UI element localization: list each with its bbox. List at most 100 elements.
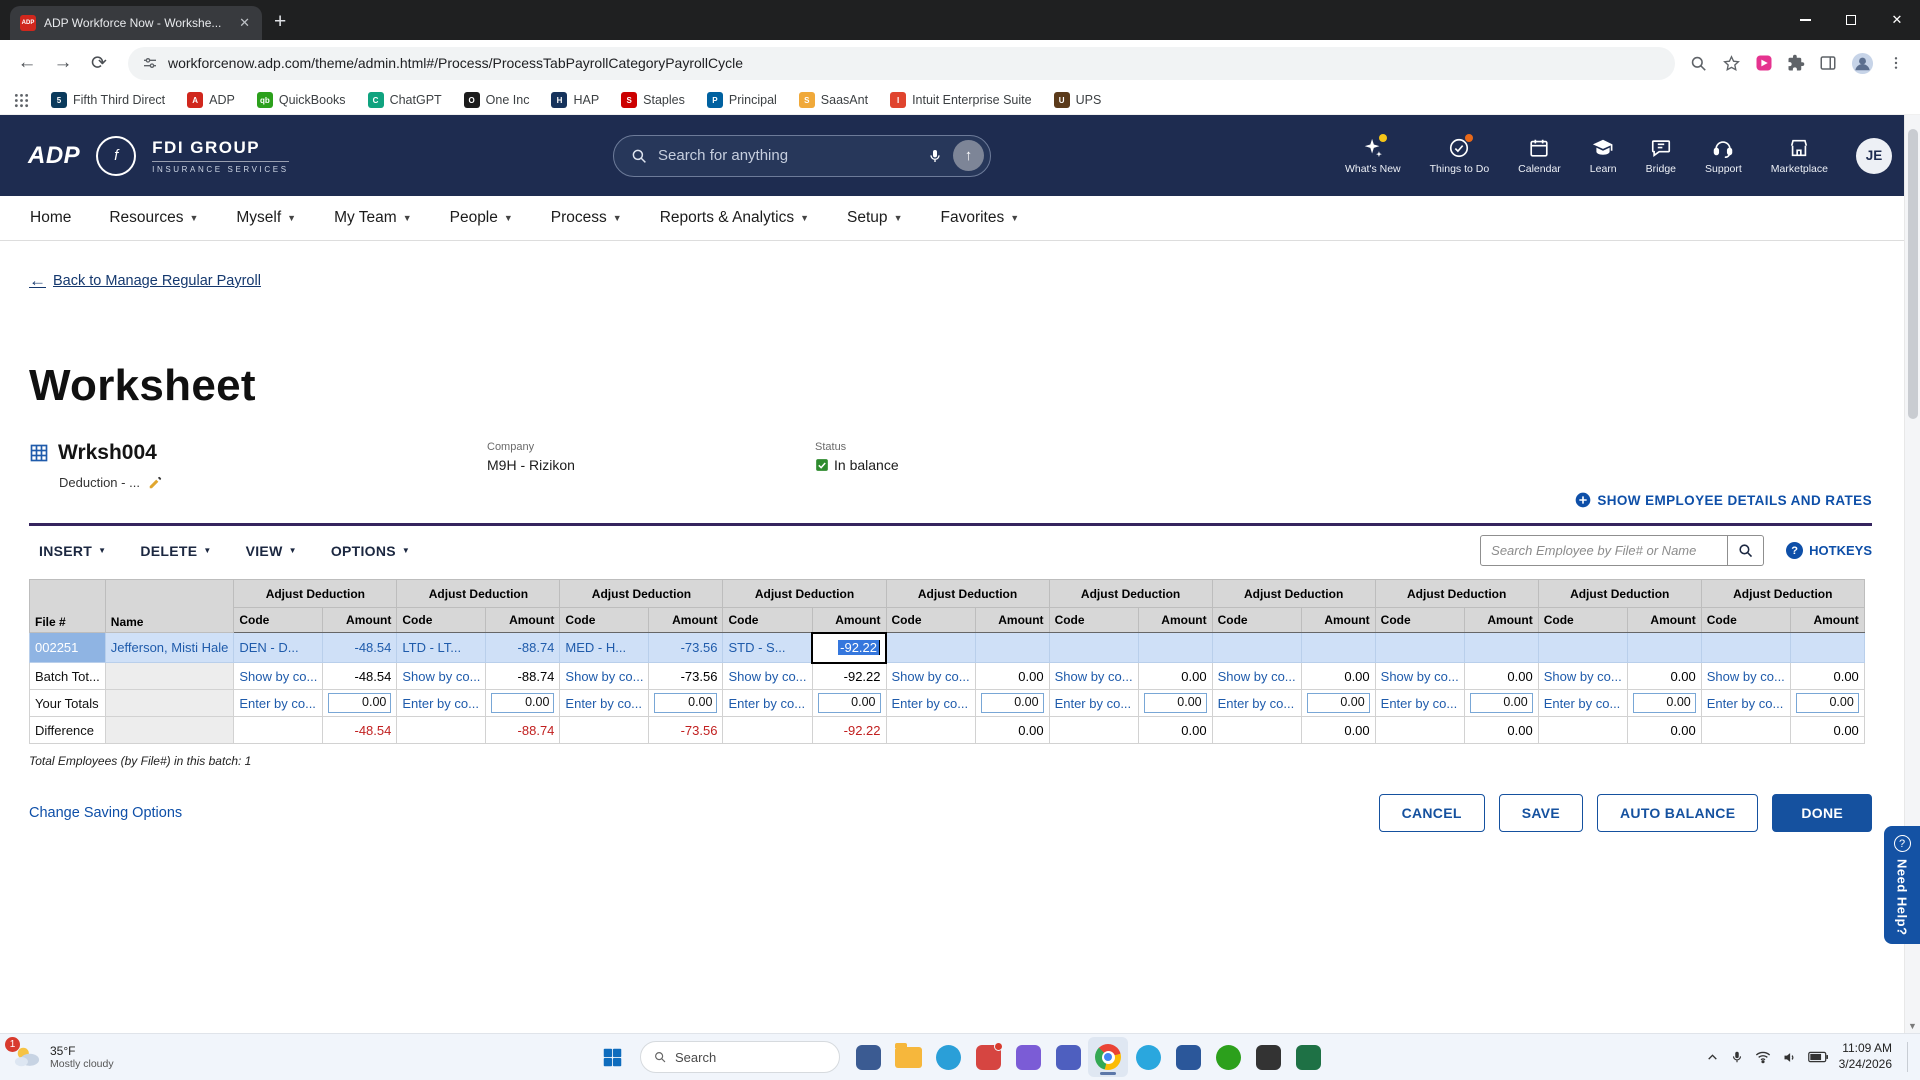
extensions-icon[interactable]: [1787, 54, 1805, 72]
quick-link-learn[interactable]: Learn: [1590, 137, 1617, 175]
nav-item-reports-analytics[interactable]: Reports & Analytics▼: [660, 209, 809, 227]
bookmark-staples[interactable]: SStaples: [621, 92, 685, 108]
refresh-icon[interactable]: ⟳: [84, 52, 114, 75]
tab-close-icon[interactable]: ✕: [237, 15, 252, 31]
your-total-input[interactable]: 0.00: [654, 693, 717, 713]
chrome-browser-icon[interactable]: [1088, 1037, 1128, 1077]
address-bar[interactable]: workforcenow.adp.com/theme/admin.html#/P…: [128, 47, 1675, 80]
enter-by-code-link[interactable]: Enter by co...: [560, 690, 649, 717]
nav-item-process[interactable]: Process▼: [551, 209, 622, 227]
wifi-icon[interactable]: [1755, 1049, 1771, 1065]
deduction-code-cell[interactable]: DEN - D...: [234, 633, 323, 663]
hidden-icons-chevron[interactable]: [1706, 1051, 1719, 1064]
bookmark-star-icon[interactable]: [1722, 54, 1741, 73]
show-by-code-link[interactable]: Show by co...: [1212, 663, 1301, 690]
your-total-input[interactable]: 0.00: [1470, 693, 1533, 713]
search-submit-icon[interactable]: ↑: [953, 140, 984, 171]
bookmark-principal[interactable]: PPrincipal: [707, 92, 777, 108]
user-avatar[interactable]: JE: [1856, 138, 1892, 174]
menu-icon[interactable]: [1888, 55, 1904, 71]
show-employee-details-link[interactable]: SHOW EMPLOYEE DETAILS AND RATES: [1575, 492, 1872, 508]
enter-by-code-link[interactable]: Enter by co...: [397, 690, 486, 717]
show-by-code-link[interactable]: Show by co...: [886, 663, 975, 690]
start-button[interactable]: [592, 1037, 632, 1077]
employee-file-number[interactable]: 002251: [30, 633, 106, 663]
file-explorer-icon[interactable]: [888, 1037, 928, 1077]
forward-icon[interactable]: →: [48, 52, 78, 74]
scroll-down-icon[interactable]: ▼: [1905, 1021, 1920, 1031]
enter-by-code-link[interactable]: Enter by co...: [1049, 690, 1138, 717]
show-desktop-button[interactable]: [1907, 1042, 1910, 1072]
nav-item-favorites[interactable]: Favorites▼: [940, 209, 1019, 227]
your-total-input[interactable]: 0.00: [328, 693, 391, 713]
deduction-code-cell[interactable]: [886, 633, 975, 663]
deduction-code-cell[interactable]: [1212, 633, 1301, 663]
zoom-icon[interactable]: [1689, 54, 1708, 73]
scrollbar-thumb[interactable]: [1908, 129, 1918, 419]
show-by-code-link[interactable]: Show by co...: [560, 663, 649, 690]
pink-extension-icon[interactable]: [1755, 54, 1773, 72]
save-button[interactable]: SAVE: [1499, 794, 1583, 832]
cancel-button[interactable]: CANCEL: [1379, 794, 1485, 832]
show-by-code-link[interactable]: Show by co...: [1375, 663, 1464, 690]
need-help-tab[interactable]: ? Need Help?: [1884, 826, 1920, 944]
close-button[interactable]: ✕: [1874, 0, 1920, 40]
change-saving-options-link[interactable]: Change Saving Options: [29, 805, 182, 821]
your-total-input[interactable]: 0.00: [1633, 693, 1696, 713]
bookmark-hap[interactable]: HHAP: [551, 92, 599, 108]
deduction-amount-cell[interactable]: [1464, 633, 1538, 663]
weather-widget[interactable]: 1 35°F Mostly cloudy: [12, 1044, 114, 1070]
enter-by-code-link[interactable]: Enter by co...: [234, 690, 323, 717]
employee-name[interactable]: Jefferson, Misti Hale: [105, 633, 234, 663]
deduction-amount-cell[interactable]: -73.56: [649, 633, 723, 663]
teams-app-icon[interactable]: [1048, 1037, 1088, 1077]
enter-by-code-link[interactable]: Enter by co...: [1701, 690, 1790, 717]
bookmark-fifth-third-direct[interactable]: 5Fifth Third Direct: [51, 92, 165, 108]
employee-row[interactable]: 002251Jefferson, Misti HaleDEN - D...-48…: [30, 633, 1865, 663]
employee-search-button[interactable]: [1728, 535, 1764, 566]
enter-by-code-link[interactable]: Enter by co...: [1538, 690, 1627, 717]
profile-icon[interactable]: [1851, 52, 1874, 75]
bookmark-intuit-enterprise-suite[interactable]: IIntuit Enterprise Suite: [890, 92, 1032, 108]
bookmark-saasant[interactable]: SSaasAnt: [799, 92, 868, 108]
edge-browser-icon[interactable]: [928, 1037, 968, 1077]
deduction-code-cell[interactable]: STD - S...: [723, 633, 812, 663]
microphone-icon[interactable]: [1730, 1050, 1744, 1064]
deduction-amount-cell[interactable]: -88.74: [486, 633, 560, 663]
nav-item-myself[interactable]: Myself▼: [236, 209, 296, 227]
browser-tab[interactable]: ADP ADP Workforce Now - Workshe... ✕: [10, 6, 262, 40]
quickbooks-app-icon[interactable]: [1208, 1037, 1248, 1077]
nav-item-resources[interactable]: Resources▼: [109, 209, 198, 227]
maximize-button[interactable]: [1828, 0, 1874, 40]
quick-link-support[interactable]: Support: [1705, 137, 1742, 175]
show-by-code-link[interactable]: Show by co...: [1049, 663, 1138, 690]
new-tab-button[interactable]: +: [274, 11, 286, 32]
deduction-amount-cell[interactable]: [975, 633, 1049, 663]
notes-app-icon[interactable]: [1248, 1037, 1288, 1077]
back-to-payroll-link[interactable]: ← Back to Manage Regular Payroll: [29, 271, 261, 291]
side-panel-icon[interactable]: [1819, 54, 1837, 72]
auto-balance-button[interactable]: AUTO BALANCE: [1597, 794, 1758, 832]
bookmark-ups[interactable]: UUPS: [1054, 92, 1102, 108]
employee-search-input[interactable]: [1480, 535, 1728, 566]
edit-pencil-icon[interactable]: [148, 476, 162, 490]
deduction-code-cell[interactable]: [1049, 633, 1138, 663]
your-total-input[interactable]: 0.00: [981, 693, 1044, 713]
apps-grid-icon[interactable]: [14, 93, 29, 108]
bookmark-one-inc[interactable]: OOne Inc: [464, 92, 530, 108]
enter-by-code-link[interactable]: Enter by co...: [886, 690, 975, 717]
show-by-code-link[interactable]: Show by co...: [1538, 663, 1627, 690]
microphone-icon[interactable]: [927, 148, 943, 164]
quick-link-marketplace[interactable]: Marketplace: [1771, 137, 1828, 175]
bookmark-adp[interactable]: AADP: [187, 92, 235, 108]
deduction-amount-cell[interactable]: [1301, 633, 1375, 663]
quick-link-things-to-do[interactable]: Things to Do: [1430, 137, 1490, 175]
excel-app-icon[interactable]: [1288, 1037, 1328, 1077]
show-by-code-link[interactable]: Show by co...: [234, 663, 323, 690]
nav-item-people[interactable]: People▼: [450, 209, 513, 227]
view-menu[interactable]: VIEW▼: [246, 543, 297, 559]
enter-by-code-link[interactable]: Enter by co...: [723, 690, 812, 717]
your-total-input[interactable]: 0.00: [1144, 693, 1207, 713]
word-app-icon[interactable]: [1168, 1037, 1208, 1077]
bookmark-quickbooks[interactable]: qbQuickBooks: [257, 92, 346, 108]
